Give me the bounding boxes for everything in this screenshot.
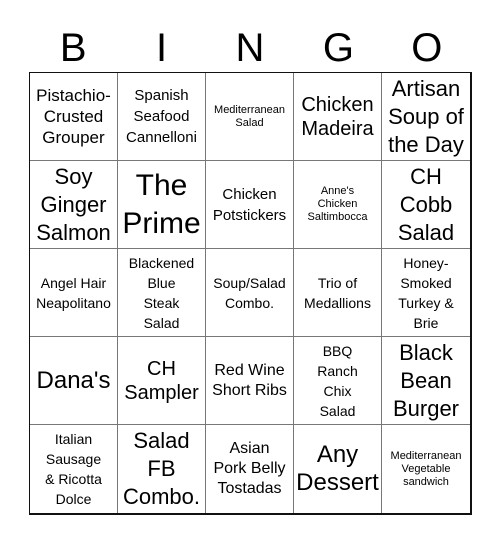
bingo-cell[interactable]: BBQ Ranch Chix Salad <box>294 337 382 425</box>
bingo-cell[interactable]: Chicken Madeira <box>294 73 382 161</box>
cell-label: Artisan Soup of the Day <box>388 75 464 157</box>
cell-label: Spanish Seafood Cannelloni <box>126 87 197 146</box>
bingo-cell[interactable]: Red Wine Short Ribs <box>206 337 294 425</box>
cell-label: Mediterranean Salad <box>214 103 285 129</box>
cell-label: Pistachio- Crusted Grouper <box>36 86 111 147</box>
bingo-cell[interactable]: Mediterranean Vegetable sandwich <box>382 425 470 513</box>
bingo-board: Pistachio- Crusted Grouper Spanish Seafo… <box>29 72 472 515</box>
bingo-cell[interactable]: Blackened Blue Steak Salad <box>118 249 206 337</box>
cell-label: BBQ Ranch Chix Salad <box>317 342 358 419</box>
bingo-cell[interactable]: Artisan Soup of the Day <box>382 73 470 161</box>
bingo-cell[interactable]: Pistachio- Crusted Grouper <box>30 73 118 161</box>
bingo-cell[interactable]: Soy Ginger Salmon <box>30 161 118 249</box>
cell-label: CH Sampler <box>124 357 199 404</box>
cell-label: Chicken Potstickers <box>212 185 287 224</box>
bingo-cell[interactable]: Any Dessert <box>294 425 382 513</box>
bingo-cell[interactable]: Salad FB Combo. <box>118 425 206 513</box>
cell-label: Chicken Madeira <box>301 93 374 140</box>
header-letter-g: G <box>322 26 354 70</box>
header-letter-n: N <box>235 26 265 70</box>
bingo-cell[interactable]: Anne's Chicken Saltimbocca <box>294 161 382 249</box>
bingo-cell[interactable]: The Prime <box>118 161 206 249</box>
bingo-cell[interactable]: Italian Sausage & Ricotta Dolce <box>30 425 118 513</box>
cell-label: Black Bean Burger <box>392 339 460 421</box>
bingo-cell[interactable]: Asian Pork Belly Tostadas <box>206 425 294 513</box>
cell-label: Anne's Chicken Saltimbocca <box>307 185 368 223</box>
header-letter-i: I <box>156 26 168 70</box>
cell-label: CH Cobb Salad <box>397 163 455 245</box>
cell-label: Soy Ginger Salmon <box>36 163 111 245</box>
bingo-cell[interactable]: CH Cobb Salad <box>382 161 470 249</box>
bingo-cell[interactable]: Honey- Smoked Turkey & Brie <box>382 249 470 337</box>
bingo-cell[interactable]: Spanish Seafood Cannelloni <box>118 73 206 161</box>
bingo-cell[interactable]: CH Sampler <box>118 337 206 425</box>
bingo-cell[interactable]: Soup/Salad Combo. <box>206 249 294 337</box>
bingo-cell[interactable]: Chicken Potstickers <box>206 161 294 249</box>
bingo-cell[interactable]: Angel Hair Neapolitano <box>30 249 118 337</box>
cell-label: Dana's <box>36 366 111 394</box>
cell-label: Salad FB Combo. <box>122 428 201 509</box>
cell-label: Blackened Blue Steak Salad <box>128 254 195 331</box>
cell-label: Red Wine Short Ribs <box>212 361 287 399</box>
cell-label: Mediterranean Vegetable sandwich <box>390 449 462 488</box>
cell-label: Any Dessert <box>296 441 379 496</box>
cell-label: Asian Pork Belly Tostadas <box>213 440 286 497</box>
bingo-cell[interactable]: Dana's <box>30 337 118 425</box>
bingo-cell[interactable]: Black Bean Burger <box>382 337 470 425</box>
header-letter-b: B <box>59 26 87 70</box>
cell-label: Honey- Smoked Turkey & Brie <box>398 254 454 331</box>
cell-label: Italian Sausage & Ricotta Dolce <box>45 431 102 507</box>
header-letter-o: O <box>411 26 443 70</box>
cell-label: Angel Hair Neapolitano <box>36 274 111 311</box>
cell-label: Trio of Medallions <box>304 274 371 311</box>
bingo-cell[interactable]: Trio of Medallions <box>294 249 382 337</box>
cell-label: Soup/Salad Combo. <box>213 274 286 311</box>
cell-label: The Prime <box>122 168 201 240</box>
bingo-header: B I N G O <box>29 24 471 72</box>
bingo-cell[interactable]: Mediterranean Salad <box>206 73 294 161</box>
